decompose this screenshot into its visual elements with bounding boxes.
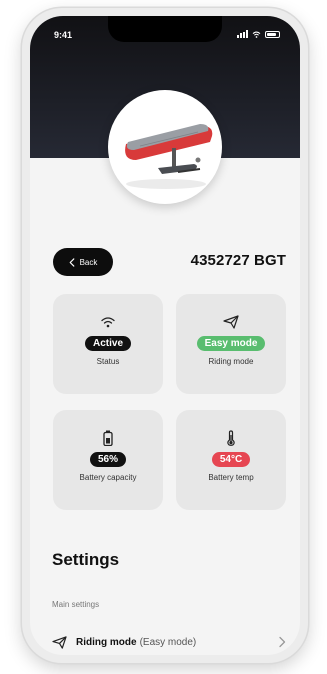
cellular-signal-icon	[237, 30, 248, 38]
battery-temp-value-pill: 54°C	[211, 452, 251, 467]
status-icons	[237, 30, 280, 38]
phone-frame: 9:41 Back 4352727 BGT Active Status Easy…	[22, 8, 308, 663]
stat-card-riding-mode[interactable]: Easy mode Riding mode	[176, 294, 286, 394]
thermometer-icon	[226, 430, 236, 446]
battery-temp-label: Battery temp	[208, 473, 254, 482]
stat-card-status[interactable]: Active Status	[53, 294, 163, 394]
stat-card-battery-temp[interactable]: 54°C Battery temp	[176, 410, 286, 510]
riding-mode-label: Riding mode	[208, 357, 254, 366]
riding-mode-value-pill: Easy mode	[196, 336, 266, 351]
status-value-pill: Active	[84, 336, 131, 351]
product-image	[108, 90, 222, 204]
stat-card-battery-capacity[interactable]: 56% Battery capacity	[53, 410, 163, 510]
wifi-status-icon	[252, 31, 261, 38]
status-time: 9:41	[54, 30, 73, 40]
notch	[108, 16, 222, 42]
paper-plane-icon	[52, 635, 68, 649]
riding-mode-setting-row[interactable]: Riding mode (Easy mode)	[52, 632, 286, 652]
app-screen: 9:41 Back 4352727 BGT Active Status Easy…	[30, 16, 300, 655]
device-serial: 4352727 BGT	[190, 252, 286, 269]
battery-status-icon	[265, 30, 280, 38]
back-button-label: Back	[79, 257, 98, 267]
chevron-right-icon	[279, 636, 286, 648]
riding-mode-setting-title: Riding mode	[76, 636, 137, 648]
efoil-board-image	[125, 124, 213, 189]
back-button[interactable]: Back	[53, 248, 113, 276]
settings-title: Settings	[52, 550, 120, 569]
chevron-left-icon	[69, 257, 74, 267]
battery-capacity-label: Battery capacity	[79, 473, 137, 482]
riding-mode-setting-value: (Easy mode)	[139, 636, 197, 648]
main-settings-label: Main settings	[52, 600, 100, 609]
battery-icon	[103, 430, 113, 446]
battery-capacity-value-pill: 56%	[89, 452, 126, 467]
wifi-icon	[101, 314, 115, 330]
paper-plane-icon	[223, 314, 239, 330]
status-label: Status	[96, 357, 120, 366]
